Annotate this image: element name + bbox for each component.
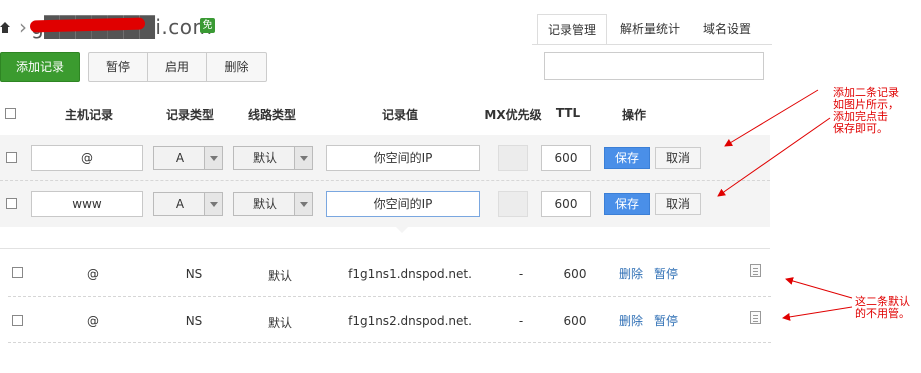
annotation-arrow <box>782 306 853 321</box>
annotation-arrow <box>785 277 853 299</box>
annotation-arrow <box>717 117 831 197</box>
annotation-arrow <box>724 89 819 147</box>
annotation-arrows <box>717 89 853 321</box>
